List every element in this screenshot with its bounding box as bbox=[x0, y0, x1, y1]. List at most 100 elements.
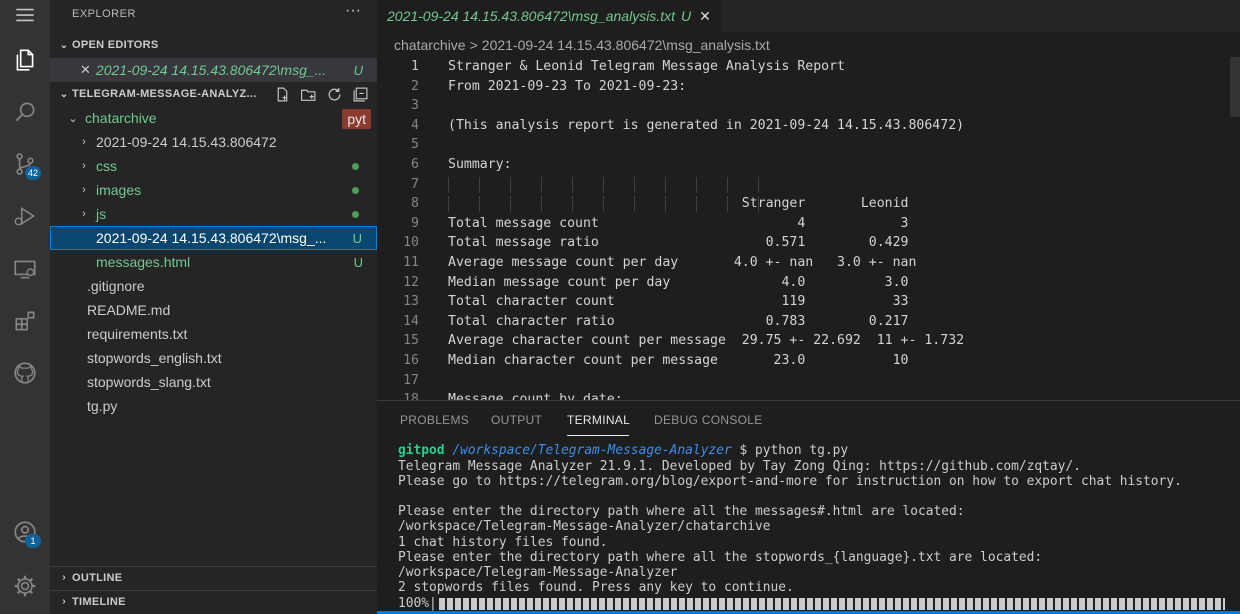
indent-guide bbox=[510, 176, 511, 193]
indent-guide bbox=[634, 176, 635, 193]
open-editor-item[interactable]: ✕ 2021-09-24 14.15.43.806472\msg_... U bbox=[50, 58, 377, 82]
collapse-all-icon[interactable] bbox=[352, 86, 369, 103]
line-text: Average message count per day 4.0 +- nan… bbox=[448, 255, 917, 270]
tab-problems[interactable]: PROBLEMS bbox=[400, 413, 469, 427]
editor-area: 2021-09-24 14.15.43.806472\msg_analysis.… bbox=[377, 0, 1240, 400]
open-editors-header[interactable]: ⌄ OPEN EDITORS bbox=[50, 34, 377, 56]
file-item-selected[interactable]: 2021-09-24 14.15.43.806472\msg_... U bbox=[50, 226, 377, 250]
line-text: From 2021-09-23 To 2021-09-23: bbox=[448, 78, 687, 94]
folder-chatarchive[interactable]: ⌄ chatarchive bbox=[50, 106, 377, 130]
code-line: 11 Average message count per day 4.0 +- n… bbox=[377, 253, 1240, 273]
folder-item[interactable]: › 2021-09-24 14.15.43.806472 bbox=[50, 130, 377, 154]
tab-terminal[interactable]: TERMINAL bbox=[567, 413, 630, 427]
line-number: 2 bbox=[411, 78, 419, 94]
search-icon[interactable] bbox=[0, 90, 50, 134]
files-icon[interactable] bbox=[0, 38, 50, 82]
folder-item[interactable]: › images bbox=[50, 178, 377, 202]
folder-item[interactable]: › js bbox=[50, 202, 377, 226]
file-item[interactable]: stopwords_slang.txt bbox=[50, 370, 377, 394]
modified-dot bbox=[352, 162, 359, 170]
editor-scrollbar[interactable] bbox=[1230, 57, 1240, 117]
modified-dot bbox=[352, 186, 359, 194]
line-number: 9 bbox=[411, 215, 419, 231]
progress-bar bbox=[438, 597, 1225, 610]
file-item[interactable]: messages.html U bbox=[50, 250, 377, 274]
outline-header[interactable]: › OUTLINE bbox=[50, 566, 377, 588]
settings-gear-icon[interactable] bbox=[0, 564, 50, 608]
tab-debug-console[interactable]: DEBUG CONSOLE bbox=[654, 413, 763, 427]
indent-guide bbox=[448, 176, 449, 193]
terminal-line: 2 stopwords files found. Press any key t… bbox=[398, 580, 794, 596]
editor-tab[interactable]: 2021-09-24 14.15.43.806472\msg_analysis.… bbox=[377, 0, 721, 32]
source-control-icon[interactable]: 42 bbox=[0, 142, 50, 186]
code-line: 13 Total character count 119 33 bbox=[377, 292, 1240, 312]
untracked-status: U bbox=[353, 254, 363, 270]
line-number: 16 bbox=[403, 353, 419, 368]
chevron-down-icon: ⌄ bbox=[59, 88, 69, 100]
file-item[interactable]: README.md bbox=[50, 298, 377, 322]
code-line: 4 (This analysis report is generated in 2… bbox=[377, 116, 1240, 136]
account-icon[interactable]: 1 bbox=[0, 510, 50, 554]
more-actions-icon[interactable]: ··· bbox=[345, 2, 361, 20]
line-number: 14 bbox=[403, 313, 419, 329]
explorer-sidebar: EXPLORER ··· ⌄ OPEN EDITORS ✕ 2021-09-24… bbox=[50, 0, 377, 614]
file-item[interactable]: stopwords_english.txt bbox=[50, 346, 377, 370]
close-icon[interactable]: ✕ bbox=[80, 62, 91, 78]
line-number: 3 bbox=[411, 98, 419, 114]
code-line: 5 bbox=[377, 135, 1240, 155]
source-control-badge: 42 bbox=[24, 166, 41, 180]
github-icon[interactable] bbox=[0, 351, 50, 395]
code-editor[interactable]: 1 Stranger & Leonid Telegram Message Anal… bbox=[377, 57, 1240, 400]
line-text: Total character count 119 33 bbox=[448, 294, 909, 310]
line-number: 17 bbox=[403, 372, 419, 388]
code-line: 15 Average character count per message 29… bbox=[377, 331, 1240, 351]
new-file-icon[interactable] bbox=[274, 86, 291, 103]
timeline-header[interactable]: › TIMELINE bbox=[50, 590, 377, 612]
indent-guide bbox=[572, 176, 573, 193]
breadcrumb-folder[interactable]: chatarchive bbox=[394, 37, 466, 53]
terminal-line: Please enter the directory path where al… bbox=[398, 549, 1043, 565]
terminal-progress: 100%| bbox=[398, 596, 1225, 611]
chevron-right-icon: › bbox=[62, 572, 66, 583]
line-number: 15 bbox=[403, 333, 419, 349]
pyt-tag[interactable]: pyt bbox=[342, 109, 371, 129]
tab-bar: 2021-09-24 14.15.43.806472\msg_analysis.… bbox=[377, 0, 1240, 32]
menu-icon[interactable] bbox=[0, 0, 50, 37]
line-number: 6 bbox=[411, 157, 419, 172]
tab-output[interactable]: OUTPUT bbox=[491, 413, 542, 427]
run-debug-icon[interactable] bbox=[0, 194, 50, 238]
file-item[interactable]: .gitignore bbox=[50, 274, 377, 298]
file-item[interactable]: tg.py bbox=[50, 394, 377, 418]
code-line: 1 Stranger & Leonid Telegram Message Anal… bbox=[377, 57, 1240, 77]
remote-explorer-icon[interactable] bbox=[0, 247, 50, 291]
folder-item[interactable]: › css bbox=[50, 154, 377, 178]
close-icon[interactable]: ✕ bbox=[699, 8, 711, 25]
code-line: 7 bbox=[377, 175, 1240, 195]
line-number: 10 bbox=[403, 235, 419, 251]
sidebar-title: EXPLORER bbox=[72, 8, 136, 20]
terminal-line: Please enter the directory path where al… bbox=[398, 504, 965, 520]
activity-bar: 42 1 bbox=[0, 0, 50, 614]
line-text: Message count by date: bbox=[448, 392, 623, 400]
code-line: 16 Median character count per message 23.… bbox=[377, 351, 1240, 371]
terminal-prompt: gitpod /workspace/Telegram-Message-Analy… bbox=[398, 443, 849, 458]
terminal-line: /workspace/Telegram-Message-Analyzer bbox=[398, 564, 678, 580]
chevron-down-icon: ⌄ bbox=[59, 39, 69, 51]
code-line: 6 Summary: bbox=[377, 155, 1240, 175]
workspace-header[interactable]: ⌄ TELEGRAM-MESSAGE-ANALYZ... bbox=[50, 83, 377, 105]
line-number: 5 bbox=[411, 137, 419, 153]
chevron-right-icon: › bbox=[82, 160, 86, 172]
extensions-icon[interactable] bbox=[0, 299, 50, 343]
new-folder-icon[interactable] bbox=[300, 86, 317, 103]
terminal-line: Please go to https://telegram.org/blog/e… bbox=[398, 473, 1182, 489]
code-line: 9 Total message count 4 3 bbox=[377, 214, 1240, 234]
line-text: Stranger Leonid bbox=[448, 196, 909, 212]
line-text: Median message count per day 4.0 3.0 bbox=[448, 274, 909, 290]
bottom-panel: PROBLEMS OUTPUT TERMINAL DEBUG CONSOLE g… bbox=[377, 400, 1240, 614]
breadcrumb-file[interactable]: 2021-09-24 14.15.43.806472\msg_analysis.… bbox=[482, 37, 770, 53]
breadcrumb: chatarchive >2021-09-24 14.15.43.806472\m… bbox=[394, 37, 770, 53]
line-text: Summary: bbox=[448, 157, 512, 172]
file-item[interactable]: requirements.txt bbox=[50, 322, 377, 346]
line-number: 18 bbox=[403, 392, 419, 400]
refresh-icon[interactable] bbox=[326, 86, 343, 103]
